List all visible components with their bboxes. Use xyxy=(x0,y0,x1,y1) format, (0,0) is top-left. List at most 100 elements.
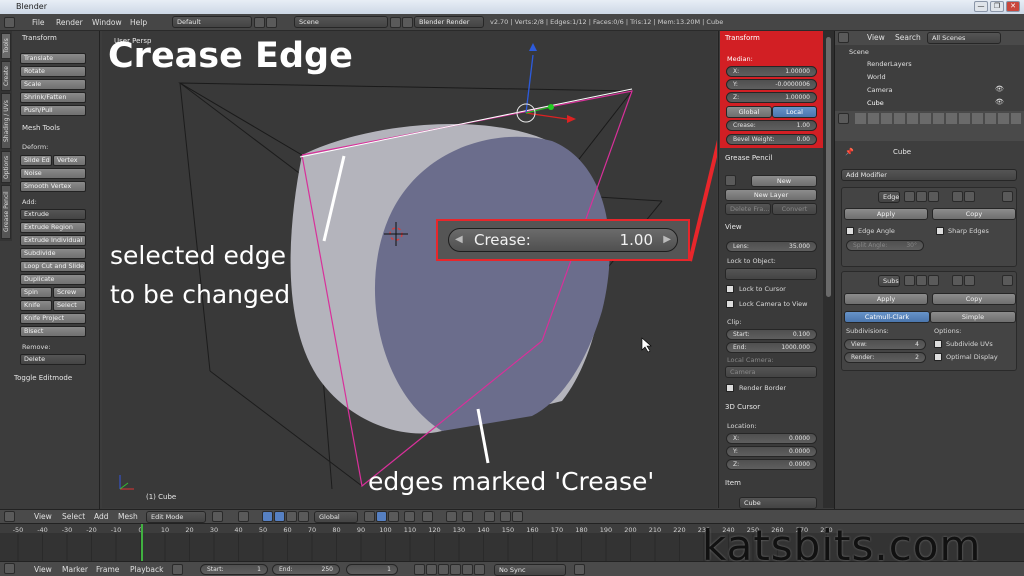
tab-create[interactable]: Create xyxy=(1,61,11,91)
subdivide-uvs-checkbox[interactable] xyxy=(934,340,942,348)
transform-header[interactable]: Transform xyxy=(725,34,760,42)
increment-arrow-icon[interactable]: ▶ xyxy=(663,234,671,245)
timeline-menu-marker[interactable]: Marker xyxy=(62,561,88,576)
pivot-point-icon[interactable] xyxy=(238,511,249,522)
knife-button[interactable]: Knife xyxy=(20,300,52,311)
loop-cut-button[interactable]: Loop Cut and Slide xyxy=(20,261,86,272)
close-button[interactable]: ✕ xyxy=(1006,1,1020,12)
duplicate-button[interactable]: Duplicate xyxy=(20,274,86,285)
y-handle-icon[interactable] xyxy=(548,104,554,110)
remove-scene-icon[interactable] xyxy=(402,17,413,28)
push-pull-button[interactable]: Push/Pull xyxy=(20,105,86,116)
jump-start-icon[interactable] xyxy=(414,564,425,575)
snap-target-icon[interactable] xyxy=(462,511,473,522)
tab-shading-uvs[interactable]: Shading / UVs xyxy=(1,93,11,149)
3d-cursor-header[interactable]: 3D Cursor xyxy=(725,403,760,411)
crease-zoom-field[interactable]: ◀ Crease: 1.00 ▶ xyxy=(448,228,678,252)
orientation-selector[interactable]: Global xyxy=(314,511,358,523)
bevel-weight-field[interactable]: Bevel Weight: 0.00 xyxy=(726,134,817,145)
mode-selector[interactable]: Edit Mode xyxy=(146,511,206,523)
catmull-clark-toggle[interactable]: Catmull-Clark xyxy=(844,311,930,323)
manipulator-toggle-icon[interactable] xyxy=(262,511,273,522)
slide-edge-button[interactable]: Slide Ed xyxy=(20,155,52,166)
sharp-edges-checkbox[interactable] xyxy=(936,227,944,235)
grease-pencil-header[interactable]: Grease Pencil xyxy=(725,154,772,162)
grease-new-button[interactable]: New xyxy=(751,175,817,187)
clip-end-field[interactable]: End: 1000.000 xyxy=(726,342,817,353)
move-up-icon[interactable] xyxy=(952,191,963,202)
start-frame-field[interactable]: Start: 1 xyxy=(200,564,268,575)
lens-field[interactable]: Lens: 35.000 xyxy=(726,241,817,252)
rotate-manipulator-icon[interactable] xyxy=(286,511,297,522)
lock-to-cursor-checkbox[interactable] xyxy=(726,285,734,293)
outliner-search-menu[interactable]: Search xyxy=(895,29,921,46)
global-toggle[interactable]: Global xyxy=(726,106,772,118)
next-keyframe-icon[interactable] xyxy=(462,564,473,575)
menu-window[interactable]: Window xyxy=(92,14,122,31)
tab-options[interactable]: Options xyxy=(1,151,11,183)
subs-copy-button[interactable]: Copy xyxy=(932,293,1016,305)
local-camera-field[interactable]: Camera xyxy=(725,366,817,378)
edge-copy-button[interactable]: Copy xyxy=(932,208,1016,220)
add-scene-icon[interactable] xyxy=(390,17,401,28)
subs-editmode-icon[interactable] xyxy=(928,275,939,286)
subs-apply-button[interactable]: Apply xyxy=(844,293,928,305)
play-reverse-icon[interactable] xyxy=(438,564,449,575)
spin-button[interactable]: Spin xyxy=(20,287,52,298)
outliner-item-cube[interactable]: Cube xyxy=(867,99,884,107)
lock-camera-checkbox[interactable] xyxy=(726,300,734,308)
viewport-toggle-icon[interactable] xyxy=(916,191,927,202)
occlude-geometry-icon[interactable] xyxy=(404,511,415,522)
play-icon[interactable] xyxy=(450,564,461,575)
subs-render-icon[interactable] xyxy=(904,275,915,286)
local-toggle[interactable]: Local xyxy=(772,106,817,118)
menu-file[interactable]: File xyxy=(32,14,45,31)
shrink-fatten-button[interactable]: Shrink/Fatten xyxy=(20,92,86,103)
scale-manipulator-icon[interactable] xyxy=(298,511,309,522)
n-panel-scrollbar[interactable] xyxy=(823,31,834,508)
render-engine-selector[interactable]: Blender Render xyxy=(414,16,484,28)
toggle-editmode-header[interactable]: Toggle Editmode xyxy=(14,374,72,382)
subdiv-render-field[interactable]: Render: 2 xyxy=(844,352,926,363)
scale-button[interactable]: Scale xyxy=(20,79,86,90)
outliner-view-menu[interactable]: View xyxy=(867,29,885,46)
3d-viewport[interactable]: User Persp Crease Edge selected edge to … xyxy=(102,31,717,508)
extrude-individual-button[interactable]: Extrude Individual xyxy=(20,235,86,246)
menu-render[interactable]: Render xyxy=(56,14,83,31)
edge-select-icon[interactable] xyxy=(376,511,387,522)
remove-modifier-icon[interactable] xyxy=(1002,191,1013,202)
camera-visibility-icon[interactable]: 👁 xyxy=(995,85,1004,93)
n-panel-scroll-thumb[interactable] xyxy=(826,37,831,297)
scene-selector[interactable]: Scene xyxy=(294,16,388,28)
subs-remove-icon[interactable] xyxy=(1002,275,1013,286)
3d-editor-icon[interactable] xyxy=(4,511,15,522)
edge-apply-button[interactable]: Apply xyxy=(844,208,928,220)
outliner-editor-icon[interactable] xyxy=(838,32,849,43)
split-angle-field[interactable]: Split Angle: 30° xyxy=(846,240,924,251)
maximize-button[interactable]: ❐ xyxy=(990,1,1004,12)
knife-project-button[interactable]: Knife Project xyxy=(20,313,86,324)
subs-up-icon[interactable] xyxy=(952,275,963,286)
tab-tools[interactable]: Tools xyxy=(1,33,11,59)
properties-context-tabs[interactable] xyxy=(855,113,1021,124)
timeline-menu-frame[interactable]: Frame xyxy=(96,561,119,576)
menu-help[interactable]: Help xyxy=(130,14,147,31)
pencil-icon[interactable] xyxy=(725,175,736,186)
mesh-tools-section-header[interactable]: Mesh Tools xyxy=(22,124,60,132)
simple-toggle[interactable]: Simple xyxy=(930,311,1016,323)
layout-selector[interactable]: Default xyxy=(172,16,252,28)
smooth-vertex-button[interactable]: Smooth Vertex xyxy=(20,181,86,192)
timeline-menu-playback[interactable]: Playback xyxy=(130,561,163,576)
editmode-toggle-icon[interactable] xyxy=(928,191,939,202)
add-layout-icon[interactable] xyxy=(254,17,265,28)
translate-manipulator-icon[interactable] xyxy=(274,511,285,522)
translate-button[interactable]: Translate xyxy=(20,53,86,64)
render-border-checkbox[interactable] xyxy=(726,384,734,392)
sync-mode-select[interactable]: No Sync xyxy=(494,564,566,576)
remove-layout-icon[interactable] xyxy=(266,17,277,28)
new-layer-button[interactable]: New Layer xyxy=(725,189,817,201)
delete-menu[interactable]: Delete xyxy=(20,354,86,365)
subs-down-icon[interactable] xyxy=(964,275,975,286)
cursor-z-field[interactable]: Z: 0.0000 xyxy=(726,459,817,470)
layer-icon[interactable] xyxy=(484,511,495,522)
